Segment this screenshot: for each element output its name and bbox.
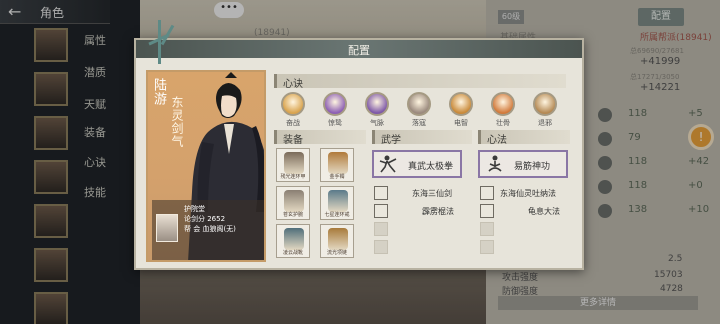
hanging-ornament-icon (144, 20, 180, 68)
empty-slot[interactable] (480, 240, 494, 254)
xinjue-section-bar: 心诀 (274, 74, 566, 90)
equipment-slot[interactable]: 金手镯 (320, 148, 354, 182)
wuxue-main-name: 真武太极拳 (408, 162, 454, 172)
equipment-slot[interactable]: 苍玄护腕 (276, 186, 310, 220)
equipment-slot[interactable]: 七星连环戒 (320, 186, 354, 220)
xinjue-skill[interactable]: 电智 (446, 92, 476, 128)
xinjue-section-title: 心诀 (283, 79, 303, 90)
equipment-item-label: 流光项链 (326, 250, 347, 256)
xinjue-skill[interactable]: 奋战 (278, 92, 308, 128)
equipment-section-title: 装备 (283, 135, 303, 146)
wuxue-sub-name: 东海三仙剑 (412, 189, 452, 198)
equipment-section-bar: 装备 (274, 130, 366, 146)
breathing-icon[interactable] (480, 186, 494, 200)
xinjue-skill-label: 退邪 (538, 119, 552, 127)
xinjue-skill-icon (281, 92, 305, 116)
character-info-box: 护院堂 论剑分 2652 帮 会 血狼阁(无) (152, 200, 264, 260)
wuxue-section-title: 武学 (381, 135, 401, 146)
equipment-item-icon (328, 228, 348, 250)
equipment-item-label: 残光连环甲 (280, 174, 306, 180)
equipment-item-label: 金手镯 (329, 174, 345, 180)
xinfa-main-slot[interactable]: 易筋神功 (478, 150, 568, 178)
empty-slot[interactable] (374, 240, 388, 254)
character-guild: 帮 会 血狼阁(无) (184, 225, 236, 233)
empty-slot[interactable] (480, 222, 494, 236)
modal-title: 配置 (348, 44, 370, 57)
xinjue-skill-icon (533, 92, 557, 116)
turtle-icon[interactable] (480, 204, 494, 218)
xinjue-skill-icon (323, 92, 347, 116)
meditation-icon (488, 155, 502, 172)
xinjue-skill[interactable]: 落寇 (404, 92, 434, 128)
character-sect: 护院堂 (184, 205, 205, 213)
xinjue-skill-label: 气脉 (370, 119, 384, 127)
xinjue-skill-label: 奋战 (286, 119, 300, 127)
xinjue-skill-label: 电智 (454, 119, 468, 127)
equipment-slot[interactable]: 残光连环甲 (276, 148, 310, 182)
avatar (156, 214, 178, 242)
character-title: 东灵剑气 (170, 96, 184, 148)
xinjue-skill-label: 壮骨 (496, 119, 510, 127)
equipment-item-label: 苍玄护腕 (282, 212, 303, 218)
equipment-item-icon (328, 190, 348, 212)
empty-slot[interactable] (374, 222, 388, 236)
wuxue-main-slot[interactable]: 真武太极拳 (372, 150, 462, 178)
staff-icon[interactable] (374, 204, 388, 218)
equipment-item-icon (328, 152, 348, 174)
config-modal: 配置 陆游 东灵剑气 护院堂 论剑分 2652 帮 会 血狼阁(无) 心诀 装备… (134, 20, 584, 270)
xinjue-skill[interactable]: 惊鸷 (320, 92, 350, 128)
xinjue-skill-icon (491, 92, 515, 116)
equipment-slot[interactable]: 凌云战靴 (276, 224, 310, 258)
xinjue-skill-icon (365, 92, 389, 116)
martial-pose-icon (379, 155, 397, 173)
equipment-item-icon (284, 190, 304, 212)
character-card[interactable]: 陆游 东灵剑气 护院堂 论剑分 2652 帮 会 血狼阁(无) (146, 70, 266, 262)
sword-icon[interactable] (374, 186, 388, 200)
equipment-item-label: 凌云战靴 (282, 250, 303, 256)
wuxue-sub-name: 霹雳棍法 (422, 207, 454, 216)
equipment-item-icon (284, 152, 304, 174)
xinjue-skill-label: 落寇 (412, 119, 426, 127)
xinjue-skill[interactable]: 退邪 (530, 92, 560, 128)
equipment-item-icon (284, 228, 304, 250)
xinfa-section-bar: 心法 (478, 130, 570, 146)
xinjue-skill[interactable]: 气脉 (362, 92, 392, 128)
xinjue-skill-label: 惊鸷 (328, 119, 342, 127)
xinfa-sub-name: 龟息大法 (528, 207, 560, 216)
xinfa-sub-name: 东海仙灵吐纳法 (500, 189, 556, 198)
equipment-slot[interactable]: 流光项链 (320, 224, 354, 258)
xinjue-skill[interactable]: 壮骨 (488, 92, 518, 128)
wuxue-section-bar: 武学 (372, 130, 472, 146)
modal-header: 配置 (136, 40, 582, 58)
xinfa-main-name: 易筋神功 (514, 162, 551, 172)
xinjue-skill-icon (449, 92, 473, 116)
character-name: 陆游 (151, 78, 166, 106)
xinjue-skill-icon (407, 92, 431, 116)
equipment-item-label: 七星连环戒 (324, 212, 350, 218)
character-score: 论剑分 2652 (184, 215, 226, 223)
xinfa-section-title: 心法 (487, 135, 507, 146)
